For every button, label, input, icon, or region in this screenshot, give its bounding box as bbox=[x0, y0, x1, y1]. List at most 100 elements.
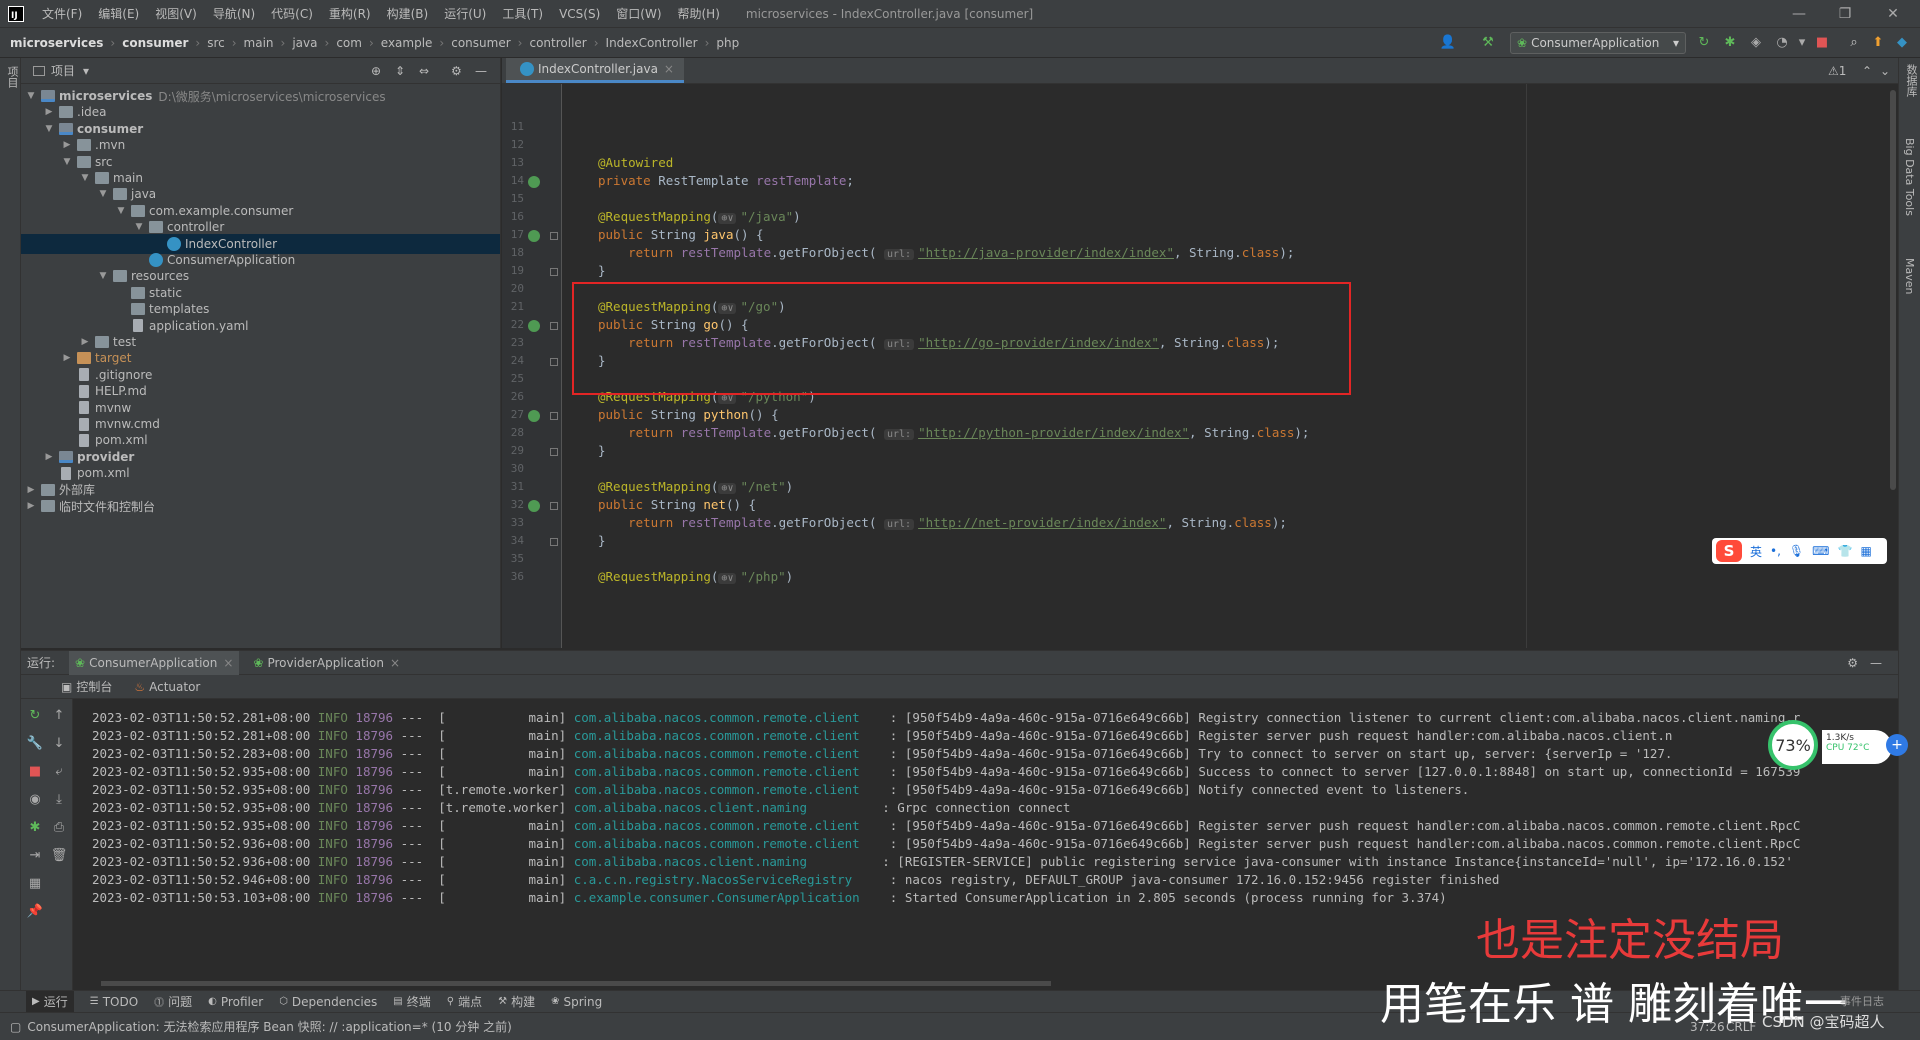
close-tab-icon[interactable]: × bbox=[390, 656, 400, 670]
run-config-select[interactable]: ❀ ConsumerApplication ▾ bbox=[1510, 32, 1686, 54]
expand-arrow-icon[interactable]: ▼ bbox=[25, 91, 37, 101]
ime-language-label[interactable]: 英 bbox=[1750, 543, 1762, 560]
soft-wrap-icon[interactable]: ⤶ bbox=[51, 763, 67, 779]
breadcrumb-item[interactable]: com bbox=[336, 36, 362, 50]
stop-icon[interactable]: ■ bbox=[27, 763, 43, 779]
boost-icon[interactable]: + bbox=[1886, 734, 1908, 756]
bottom-tool-tab[interactable]: ▶ 运行 bbox=[26, 990, 74, 1013]
camera-icon[interactable]: ◉ bbox=[27, 791, 43, 807]
menu-item[interactable]: 编辑(E) bbox=[90, 0, 147, 28]
expand-arrow-icon[interactable]: ▶ bbox=[25, 501, 37, 511]
bottom-tool-tab[interactable]: ☰ TODO bbox=[90, 995, 138, 1009]
build-hammer-icon[interactable]: ⚒ bbox=[1480, 34, 1496, 50]
rerun-icon[interactable]: ↻ bbox=[27, 707, 43, 723]
big-data-tools-tab[interactable]: Big Data Tools bbox=[1903, 138, 1916, 216]
debug-icon[interactable]: ✱ bbox=[27, 819, 43, 835]
spring-bean-gutter-icon[interactable] bbox=[528, 410, 540, 422]
menu-item[interactable]: 运行(U) bbox=[436, 0, 494, 28]
fold-marker-icon[interactable] bbox=[550, 538, 558, 546]
run-tab-provider[interactable]: ❀ ProviderApplication × bbox=[253, 651, 400, 675]
breadcrumb-item[interactable]: main bbox=[244, 36, 274, 50]
inspection-warning-indicator[interactable]: ⚠1 bbox=[1828, 64, 1846, 78]
event-log-tab[interactable]: 事件日志 bbox=[1840, 993, 1884, 1009]
prev-highlight-icon[interactable]: ⌃ bbox=[1862, 64, 1872, 78]
bottom-tool-tab[interactable]: ◐ Profiler bbox=[208, 995, 263, 1009]
status-message[interactable]: ConsumerApplication: 无法检索应用程序 Bean 快照: /… bbox=[27, 1018, 511, 1035]
close-window-button[interactable]: ✕ bbox=[1870, 0, 1916, 28]
locate-icon[interactable]: ⊕ bbox=[371, 64, 381, 78]
hide-panel-icon[interactable]: — bbox=[475, 64, 487, 78]
breadcrumb-item[interactable]: controller bbox=[529, 36, 586, 50]
close-tab-icon[interactable]: × bbox=[664, 62, 674, 76]
expand-arrow-icon[interactable]: ▼ bbox=[43, 124, 55, 134]
bottom-tool-tab[interactable]: ▤ 终端 bbox=[393, 993, 430, 1010]
tab-index-controller[interactable]: IndexController.java × bbox=[506, 58, 684, 83]
close-tab-icon[interactable]: × bbox=[223, 656, 233, 670]
spring-bean-gutter-icon[interactable] bbox=[528, 320, 540, 332]
gear-icon[interactable]: ⚙ bbox=[451, 64, 462, 78]
chevron-down-icon[interactable]: ▾ bbox=[83, 64, 89, 78]
skin-icon[interactable]: 👕 bbox=[1837, 544, 1852, 558]
menu-item[interactable]: 帮助(H) bbox=[670, 0, 728, 28]
fold-marker-icon[interactable] bbox=[550, 232, 558, 240]
hide-panel-icon[interactable]: — bbox=[1870, 656, 1882, 670]
pin-icon[interactable]: 📌 bbox=[27, 903, 43, 919]
expand-arrow-icon[interactable]: ▼ bbox=[97, 271, 109, 281]
jetbrains-toolbox-icon[interactable]: ◆ bbox=[1894, 34, 1910, 50]
menu-item[interactable]: 构建(B) bbox=[379, 0, 437, 28]
fold-marker-icon[interactable] bbox=[550, 448, 558, 456]
menu-item[interactable]: 文件(F) bbox=[34, 0, 90, 28]
search-icon[interactable]: ⌕ bbox=[1846, 34, 1862, 50]
user-icon[interactable]: 👤 bbox=[1440, 34, 1456, 50]
expand-arrow-icon[interactable]: ▼ bbox=[61, 157, 73, 167]
subtab-console[interactable]: 控制台 bbox=[76, 678, 112, 695]
subtab-actuator[interactable]: Actuator bbox=[149, 680, 200, 694]
more-run-chevron-icon[interactable]: ▾ bbox=[1794, 34, 1810, 50]
bottom-tool-tab[interactable]: ⚲ 端点 bbox=[447, 993, 482, 1010]
print-icon[interactable]: ⎙ bbox=[51, 819, 67, 835]
breadcrumb-item[interactable]: consumer bbox=[451, 36, 510, 50]
breadcrumb-item[interactable]: example bbox=[381, 36, 433, 50]
ime-toolbar[interactable]: S 英 •, 🎙 ⌨ 👕 ▦ bbox=[1712, 538, 1887, 564]
fold-marker-icon[interactable] bbox=[550, 412, 558, 420]
maximize-button[interactable]: ❐ bbox=[1822, 0, 1868, 28]
menu-item[interactable]: VCS(S) bbox=[551, 0, 608, 28]
menu-item[interactable]: 视图(V) bbox=[147, 0, 205, 28]
scroll-up-icon[interactable]: ↑ bbox=[51, 707, 67, 723]
gear-icon[interactable]: ⚙ bbox=[1847, 656, 1858, 670]
breadcrumb-item[interactable]: IndexController bbox=[606, 36, 698, 50]
expand-arrow-icon[interactable]: ▶ bbox=[25, 485, 37, 495]
maven-tool-tab[interactable]: Maven bbox=[1903, 258, 1916, 294]
profile-icon[interactable]: ◔ bbox=[1774, 34, 1790, 50]
editor-scrollbar[interactable] bbox=[1890, 90, 1896, 490]
bottom-tool-tab[interactable]: ⚒ 构建 bbox=[498, 993, 535, 1010]
punctuation-icon[interactable]: •, bbox=[1770, 544, 1781, 558]
menu-item[interactable]: 代码(C) bbox=[263, 0, 321, 28]
expand-arrow-icon[interactable]: ▶ bbox=[43, 107, 55, 117]
expand-arrow-icon[interactable]: ▶ bbox=[43, 452, 55, 462]
layout-icon[interactable]: ▢ bbox=[10, 1020, 21, 1034]
expand-arrow-icon[interactable]: ▼ bbox=[115, 206, 127, 216]
breadcrumb-item[interactable]: java bbox=[292, 36, 317, 50]
coverage-icon[interactable]: ◈ bbox=[1748, 34, 1764, 50]
update-icon[interactable]: ⬆ bbox=[1870, 34, 1886, 50]
bottom-tool-tab[interactable]: ⬡ Dependencies bbox=[279, 995, 377, 1009]
exit-icon[interactable]: ⇥ bbox=[27, 847, 43, 863]
spring-bean-gutter-icon[interactable] bbox=[528, 500, 540, 512]
debug-icon[interactable]: ✱ bbox=[1722, 34, 1738, 50]
menu-item[interactable]: 重构(R) bbox=[321, 0, 379, 28]
fold-marker-icon[interactable] bbox=[550, 322, 558, 330]
scroll-to-end-icon[interactable]: ⤓ bbox=[51, 791, 67, 807]
run-tab-consumer[interactable]: ❀ ConsumerApplication × bbox=[69, 650, 240, 675]
expand-arrow-icon[interactable]: ▼ bbox=[79, 173, 91, 183]
expand-all-icon[interactable]: ⇕ bbox=[395, 64, 405, 78]
next-highlight-icon[interactable]: ⌄ bbox=[1880, 64, 1890, 78]
performance-widget[interactable]: 73% 1.3K/s CPU 72°C + bbox=[1768, 720, 1908, 770]
stop-icon[interactable]: ■ bbox=[1814, 34, 1830, 50]
wrench-icon[interactable]: 🔧 bbox=[27, 735, 43, 751]
collapse-all-icon[interactable]: ⇔ bbox=[419, 64, 429, 78]
console-horizontal-scrollbar[interactable] bbox=[101, 981, 1051, 986]
expand-arrow-icon[interactable]: ▼ bbox=[97, 189, 109, 199]
expand-arrow-icon[interactable]: ▼ bbox=[133, 222, 145, 232]
fold-marker-icon[interactable] bbox=[550, 502, 558, 510]
